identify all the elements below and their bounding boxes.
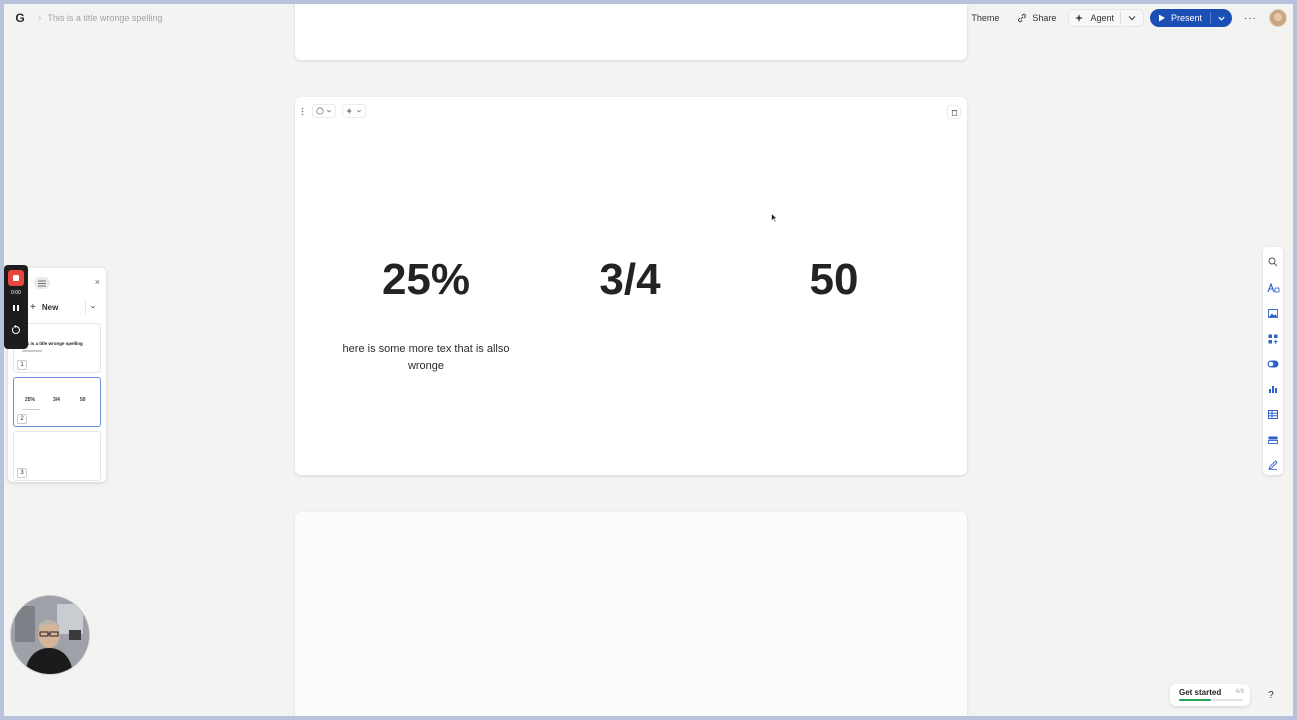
thumbnail-title: This is a title wronge spelling [20,341,83,346]
present-button[interactable]: Present [1150,13,1210,23]
top-actions: Theme Share Agent Present ··· [950,4,1287,32]
agent-label: Agent [1090,13,1114,23]
agent-dropdown[interactable] [1121,10,1143,26]
present-group: Present [1149,9,1232,27]
list-view-icon[interactable] [34,277,50,289]
document-title[interactable]: This is a title wronge spelling [47,13,162,23]
pause-record-button[interactable] [11,303,21,313]
new-slide-dropdown[interactable] [85,300,100,314]
slide-card-3[interactable] [295,512,967,716]
stat-description[interactable]: here is some more tex that is allso wron… [341,341,511,375]
stat-value[interactable]: 25% [351,255,501,305]
user-avatar[interactable] [1269,9,1287,27]
palette-icon [316,107,324,115]
slide-thumbnail[interactable]: 3 [13,431,101,481]
present-dropdown[interactable] [1211,14,1232,23]
share-label: Share [1032,13,1057,23]
chevron-down-icon [356,109,362,113]
pause-icon [13,305,15,311]
share-button[interactable]: Share [1011,10,1062,26]
stop-icon [13,275,19,281]
link-icon [1018,13,1027,23]
card-delete-button[interactable] [947,105,961,119]
chevron-down-icon [326,109,332,113]
text-style-button[interactable] [1266,281,1280,295]
slide-number: 2 [17,414,27,424]
more-vertical-icon [301,107,304,115]
table-button[interactable] [1266,407,1280,421]
sparkle-icon [1075,14,1084,22]
chevron-down-icon [1128,16,1136,21]
trash-icon [951,109,957,116]
edit-button[interactable] [1266,458,1280,472]
app-logo[interactable]: G [12,10,28,26]
slide-number: 1 [17,360,27,370]
thumbnail-stat: 50 [80,397,86,403]
toggle-icon [1267,360,1279,368]
webcam-bubble[interactable] [10,595,90,675]
slide-number: 3 [17,468,27,478]
stat-value[interactable]: 50 [759,255,909,305]
thumbnail-stat: 3/4 [53,397,60,403]
thumbnail-line [22,350,42,352]
sparkle-icon [346,107,353,115]
slide-card-1[interactable] [295,4,967,60]
search-icon [1268,257,1278,267]
text-style-icon [1266,283,1279,293]
restart-record-button[interactable] [9,323,23,337]
table-icon [1268,409,1278,419]
new-slide-label: New [41,302,59,312]
breadcrumb-chevron-icon: › [38,12,42,24]
webcam-feed [11,596,89,674]
panel-close-button[interactable]: × [95,277,100,287]
edit-icon [1268,460,1278,470]
mouse-cursor-icon [771,213,778,223]
new-slide-button[interactable]: + New [30,300,100,314]
get-started-widget[interactable]: Get started 4/8 [1170,684,1250,706]
present-label: Present [1170,13,1202,23]
card-drag-handle[interactable] [299,106,306,116]
layout-button[interactable] [1266,433,1280,447]
help-button[interactable]: ? [1262,686,1280,704]
card-toolbar [299,104,366,118]
recorder-controls: 0:00 [4,265,28,349]
agent-group: Agent [1068,9,1144,27]
record-timer: 0:00 [11,290,21,296]
add-block-icon [1268,334,1278,344]
stop-record-button[interactable] [8,270,24,286]
plus-icon: + [30,301,36,313]
get-started-count: 4/8 [1235,689,1244,695]
search-button[interactable] [1266,255,1280,269]
theme-label: Theme [971,13,1000,23]
chevron-down-icon [90,305,96,309]
slide-card-2[interactable]: 25% 3/4 50 here is some more tex that is… [295,97,967,475]
restart-icon [11,325,20,334]
get-started-progress [1179,699,1243,701]
right-toolbar [1263,247,1283,475]
slide-thumbnail-active[interactable]: 25% 3/4 50 2 [13,377,101,427]
play-icon [1158,14,1165,22]
chart-icon [1269,386,1277,393]
get-started-progress-fill [1179,699,1211,701]
app-window: G › This is a title wronge spelling Them… [4,4,1293,716]
stat-value[interactable]: 3/4 [555,255,705,305]
get-started-label: Get started [1179,688,1222,697]
card-style-button[interactable] [312,104,336,118]
toggle-button[interactable] [1266,357,1280,371]
more-menu-button[interactable]: ··· [1238,13,1263,24]
chart-button[interactable] [1266,382,1280,396]
card-ai-button[interactable] [342,104,366,118]
image-icon [1268,308,1278,318]
layout-icon [1268,436,1278,444]
chevron-down-icon [1218,16,1225,21]
thumbnail-line [22,409,40,410]
thumbnail-stat: 25% [25,397,36,403]
add-block-button[interactable] [1266,332,1280,346]
image-button[interactable] [1266,306,1280,320]
agent-button[interactable]: Agent [1069,10,1120,26]
